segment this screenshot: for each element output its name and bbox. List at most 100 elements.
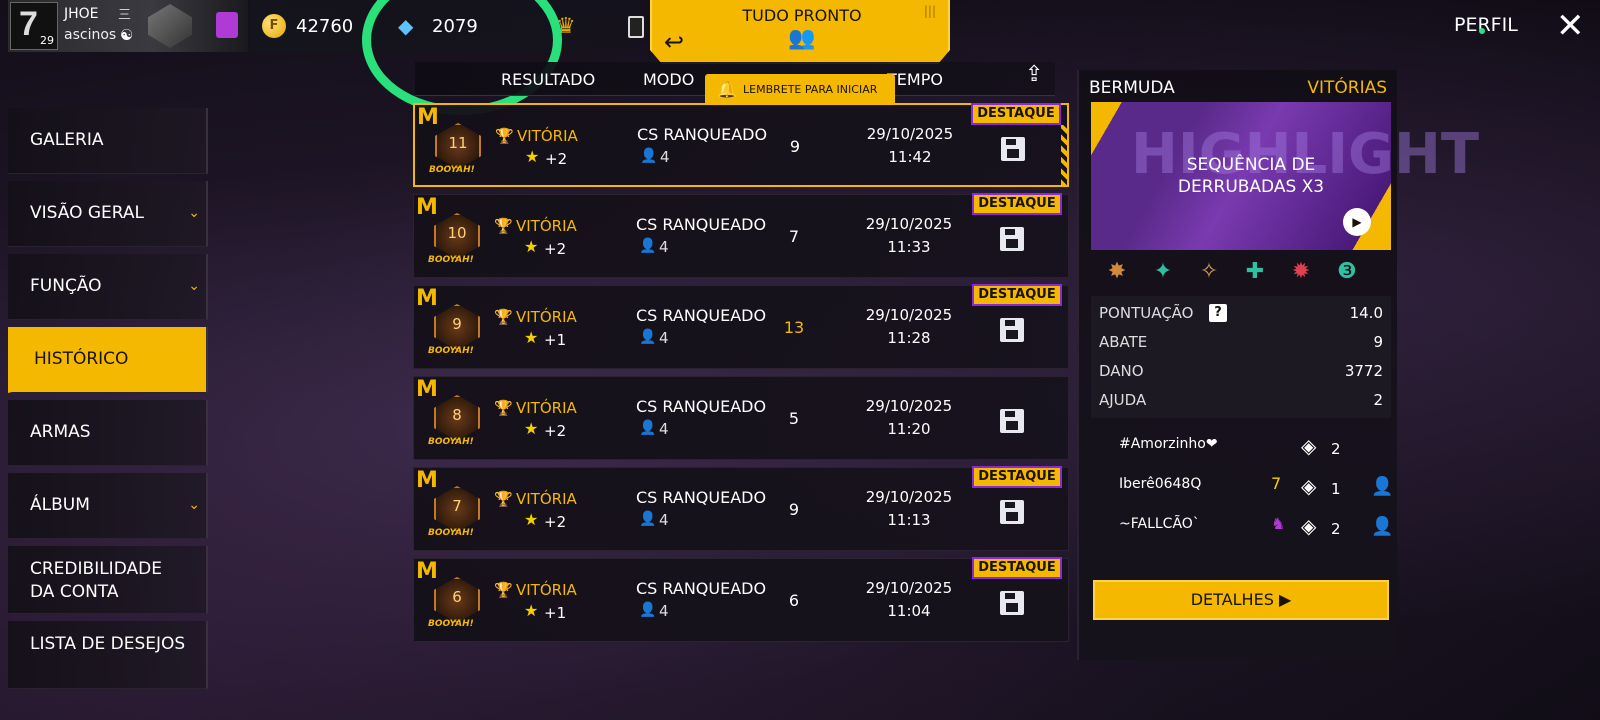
player-name: JHOE [64,6,99,22]
share-icon[interactable]: ⇪ [1025,62,1043,87]
purple-badge-icon[interactable] [216,12,238,38]
match-row[interactable]: M 6 BOOYAH! 🏆 VITÓRIA ★ +1 CS RANQUEADO … [413,557,1069,642]
m-logo-icon: M [416,286,438,311]
stat-label: PONTUAÇÃO [1099,304,1194,322]
trophy-icon: 🏆 [494,581,513,599]
match-date: 29/10/2025 [865,397,953,415]
player-count: 1 [1331,480,1341,498]
add-friend-icon[interactable]: 👤 [1371,476,1393,497]
reminder-banner[interactable]: 🔔 LEMBRETE PARA INICIAR [705,74,895,106]
bell-icon: 🔔 [717,80,737,99]
match-mode: CS RANQUEADO [636,579,767,598]
save-icon[interactable] [1000,227,1024,251]
medal-claw-icon[interactable]: ✦ [1147,256,1179,288]
crown-icon[interactable]: ♛ [556,14,596,40]
save-icon[interactable] [1000,500,1024,524]
star-icon: ★ [524,237,539,256]
m-logo-icon: M [416,195,438,220]
highlight-video[interactable]: HIGHLIGHT SEQUÊNCIA DE DERRUBADAS X3 ▶ [1091,102,1479,250]
match-points: +2 [544,240,567,258]
details-button[interactable]: DETALHES ▶ [1093,580,1389,620]
squad-player[interactable]: ~FALLCÃO` ♞ ◈ 2 👤 [1091,508,1393,548]
match-row[interactable]: M 9 BOOYAH! 🏆 VITÓRIA ★ +1 CS RANQUEADO … [413,284,1069,369]
stat-value: 2 [1373,391,1383,409]
party-members-icon: 👥 [788,26,816,51]
match-date: 29/10/2025 [865,488,953,506]
medal-three-icon[interactable]: ❸ [1331,256,1363,288]
squad-player[interactable]: #Amorzinho❤ ◈ 2 [1091,428,1391,468]
match-result: VITÓRIA [516,217,577,235]
perfil-label[interactable]: PERFIL [1454,14,1518,36]
destaque-tag[interactable]: DESTAQUE [972,466,1062,488]
person-icon: 👤 [639,329,657,345]
return-arrow-icon[interactable]: ↩ [664,28,684,56]
match-row[interactable]: M 11 BOOYAH! 🏆 VITÓRIA ★ +2 CS RANQUEADO… [413,103,1069,187]
player-nick: ~FALLCÃO` [1119,516,1200,532]
rank-number: 11 [448,134,468,152]
nav-historico[interactable]: HISTÓRICO [8,327,208,393]
save-icon[interactable] [1000,591,1024,615]
nav-galeria[interactable]: GALERIA [8,108,208,174]
match-mode: CS RANQUEADO [637,125,768,144]
match-row[interactable]: M 10 BOOYAH! 🏆 VITÓRIA ★ +2 CS RANQUEADO… [413,193,1069,278]
medal-gun-icon[interactable]: ✸ [1101,256,1133,288]
match-kills: 5 [788,409,800,428]
nav-credibilidade[interactable]: CREDIBILIDADE DA CONTA [8,546,208,614]
match-row[interactable]: M 7 BOOYAH! 🏆 VITÓRIA ★ +2 CS RANQUEADO … [413,466,1069,551]
rank-icon: ◈ [1301,474,1317,498]
match-time: 11:13 [887,511,931,529]
nav-armas[interactable]: ARMAS [8,400,208,466]
rank-icon: ◈ [1301,514,1317,538]
star-icon: ★ [525,147,540,166]
save-icon[interactable] [1000,318,1024,342]
save-icon[interactable] [1000,409,1024,433]
rank-number: 6 [452,588,462,606]
save-icon[interactable] [1001,137,1025,161]
match-time: 11:28 [887,329,931,347]
nav-lista-desejos[interactable]: LISTA DE DESEJOS [8,621,208,689]
gold-amount: 42760 [296,16,354,37]
stat-label: DANO [1099,362,1144,380]
player-card[interactable]: 7 29 JHOE 三 ascinos ☯ [8,0,248,52]
medal-slash-icon[interactable]: ✧ [1193,256,1225,288]
match-points: +2 [545,150,568,168]
m-logo-icon: M [416,377,438,402]
trophy-icon: 🏆 [494,399,513,417]
match-result: VITÓRIA [516,308,577,326]
online-dot [1479,28,1485,34]
chevron-down-icon: ⌄ [188,205,200,221]
play-icon[interactable]: ▶ [1343,208,1371,236]
destaque-tag[interactable]: DESTAQUE [972,284,1062,306]
match-points: +1 [544,331,567,349]
destaque-tag[interactable]: DESTAQUE [972,193,1062,215]
nav-funcao[interactable]: FUNÇÃO ⌄ [8,254,208,320]
player-count: 2 [1331,440,1341,458]
match-row[interactable]: M 8 BOOYAH! 🏆 VITÓRIA ★ +2 CS RANQUEADO … [413,376,1069,460]
match-mode: CS RANQUEADO [636,215,767,234]
trophy-icon: 🏆 [494,490,513,508]
squad-size: 4 [659,602,669,620]
nav-visao-geral[interactable]: VISÃO GERAL ⌄ [8,181,208,247]
match-kills: 9 [789,137,801,156]
booyah-label: BOOYAH! [428,437,474,447]
medal-shield-icon[interactable]: ✚ [1239,256,1271,288]
person-icon: 👤 [639,238,657,254]
help-icon[interactable]: ? [1209,304,1227,322]
ready-button[interactable]: TUDO PRONTO 👥 ↩ ||| [650,0,950,64]
person-icon: 👤 [640,148,658,164]
destaque-tag[interactable]: DESTAQUE [971,103,1061,125]
close-icon[interactable]: ✕ [1556,6,1585,46]
match-points: +2 [544,422,567,440]
squad-size: 4 [660,148,670,166]
star-icon: ★ [524,601,539,620]
card-icon[interactable] [628,16,644,38]
add-friend-icon[interactable]: 👤 [1371,516,1393,537]
squad-player[interactable]: Iberê0648Q 7 ◈ 1 👤 [1091,468,1393,508]
medal-badges: ✸ ✦ ✧ ✚ ✹ ❸ [1101,256,1381,292]
medal-skull-icon[interactable]: ✹ [1285,256,1317,288]
nav-album[interactable]: ÁLBUM ⌄ [8,473,208,539]
m-logo-icon: M [416,468,438,493]
trophy-icon: 🏆 [494,217,513,235]
stat-label: AJUDA [1099,391,1147,409]
destaque-tag[interactable]: DESTAQUE [972,557,1062,579]
